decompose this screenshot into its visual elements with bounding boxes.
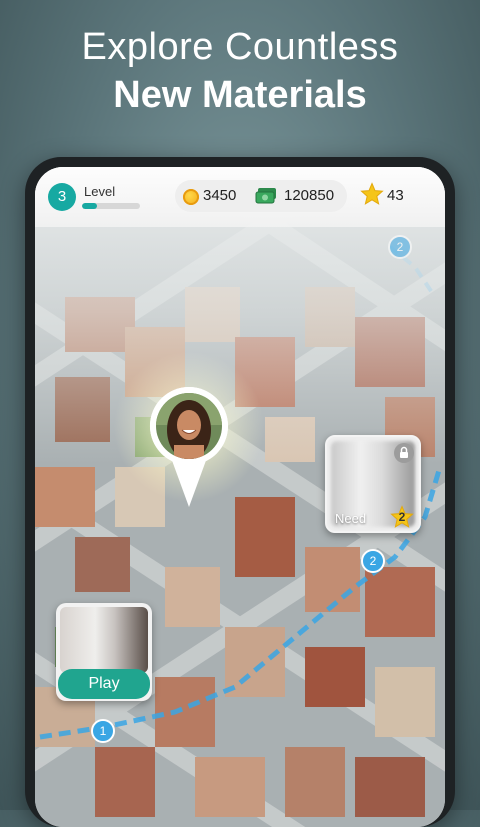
star-icon bbox=[360, 182, 384, 205]
current-level-preview bbox=[60, 607, 148, 673]
required-stars-count: 2 bbox=[398, 510, 406, 524]
path-node-2[interactable]: 2 bbox=[361, 549, 385, 573]
level-number-badge[interactable]: 3 bbox=[48, 183, 76, 211]
headline-line-1: Explore Countless bbox=[81, 26, 399, 68]
need-label: Need bbox=[335, 511, 367, 526]
player-location-pin[interactable] bbox=[148, 385, 230, 511]
path-node-1[interactable]: 1 bbox=[91, 719, 115, 743]
level-progress-bar bbox=[82, 203, 140, 209]
avatar bbox=[156, 393, 222, 459]
top-status-bar: 3 Level 3450 120850 43 bbox=[35, 167, 445, 227]
level-label: Level bbox=[84, 184, 116, 199]
level-progress-fill bbox=[82, 203, 97, 209]
game-screen: 3 Level 3450 120850 43 Need 2 Play 1 2 2 bbox=[35, 167, 445, 827]
current-level-card[interactable]: Play bbox=[56, 603, 152, 701]
coin-icon bbox=[183, 189, 199, 205]
play-button[interactable]: Play bbox=[58, 669, 150, 699]
cash-icon bbox=[255, 188, 276, 204]
path-node-3[interactable]: 2 bbox=[388, 235, 412, 259]
headline-line-2: New Materials bbox=[113, 74, 367, 116]
cash-count: 120850 bbox=[284, 187, 335, 204]
coins-count: 3450 bbox=[203, 187, 237, 204]
locked-level-card[interactable]: Need 2 bbox=[325, 435, 421, 533]
lock-icon bbox=[394, 443, 414, 463]
stars-count: 43 bbox=[387, 187, 404, 204]
